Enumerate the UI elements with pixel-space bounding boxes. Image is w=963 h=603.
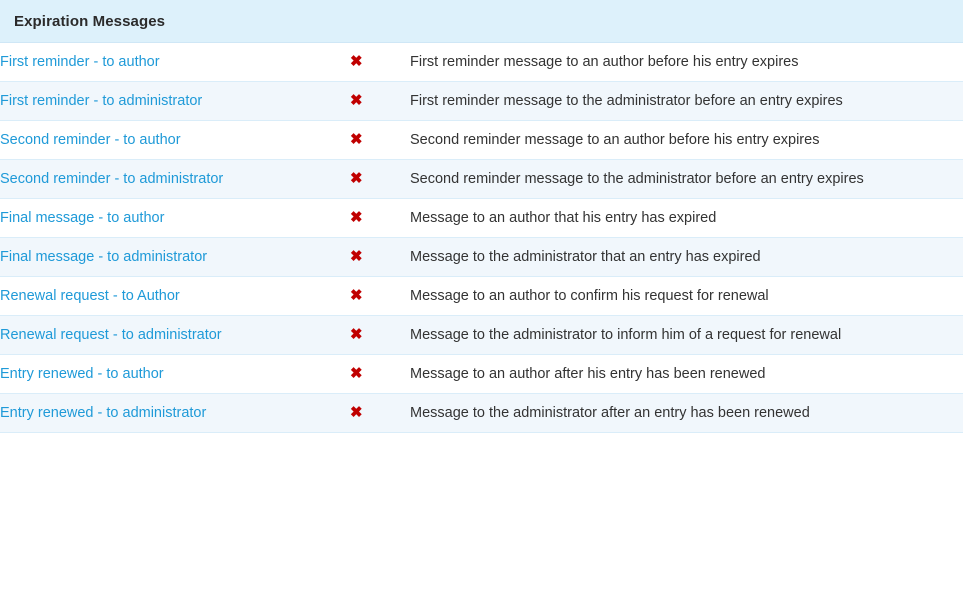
- expiration-messages-panel: Expiration Messages First reminder - to …: [0, 0, 963, 603]
- cross-mark-icon[interactable]: ✖: [350, 54, 363, 69]
- expiration-messages-table: First reminder - to author ✖ First reminde…: [0, 43, 963, 433]
- message-description-cell: Second reminder message to the administr…: [410, 159, 963, 199]
- empty-area: [0, 433, 963, 603]
- message-description-text: Message to an author to confirm his requ…: [410, 288, 769, 304]
- message-name-cell: Final message - to author: [0, 198, 350, 238]
- message-description-text: Second reminder message to an author bef…: [410, 132, 820, 148]
- message-description-text: First reminder message to an author befo…: [410, 54, 799, 70]
- message-description-text: First reminder message to the administra…: [410, 93, 843, 109]
- message-description-text: Second reminder message to the administr…: [410, 171, 864, 187]
- message-description-cell: First reminder message to the administra…: [410, 81, 963, 121]
- message-name-cell: Entry renewed - to administrator: [0, 393, 350, 433]
- table-row: Renewal request - to Author ✖ Message to a…: [0, 276, 963, 316]
- cross-mark-icon[interactable]: ✖: [350, 171, 363, 186]
- cross-mark-icon[interactable]: ✖: [350, 249, 363, 264]
- section-header: Expiration Messages: [0, 0, 963, 43]
- message-description-text: Message to the administrator that an ent…: [410, 249, 761, 265]
- message-name-link[interactable]: Second reminder - to author: [0, 132, 181, 148]
- status-cell: ✖: [350, 237, 410, 277]
- table-row: Renewal request - to administrator ✖ Messa…: [0, 315, 963, 355]
- message-description-text: Message to an author that his entry has …: [410, 210, 717, 226]
- message-name-link[interactable]: Final message - to author: [0, 210, 164, 226]
- status-cell: ✖: [350, 120, 410, 160]
- table-row: First reminder - to author ✖ First reminde…: [0, 43, 963, 82]
- status-cell: ✖: [350, 393, 410, 433]
- message-name-cell: First reminder - to author: [0, 43, 350, 82]
- table-row: First reminder - to administrator ✖ First …: [0, 81, 963, 121]
- message-name-link[interactable]: Entry renewed - to administrator: [0, 405, 206, 421]
- table-row: Second reminder - to author ✖ Second remin…: [0, 120, 963, 160]
- message-name-link[interactable]: First reminder - to administrator: [0, 93, 202, 109]
- message-description-cell: First reminder message to an author befo…: [410, 43, 963, 82]
- message-name-cell: Entry renewed - to author: [0, 354, 350, 394]
- message-name-cell: First reminder - to administrator: [0, 81, 350, 121]
- cross-mark-icon[interactable]: ✖: [350, 327, 363, 342]
- table-row: Final message - to administrator ✖ Message…: [0, 237, 963, 277]
- message-name-cell: Renewal request - to Author: [0, 276, 350, 316]
- status-cell: ✖: [350, 354, 410, 394]
- message-name-link[interactable]: Final message - to administrator: [0, 249, 207, 265]
- status-cell: ✖: [350, 276, 410, 316]
- message-name-link[interactable]: Entry renewed - to author: [0, 366, 164, 382]
- message-description-cell: Message to the administrator that an ent…: [410, 237, 963, 277]
- cross-mark-icon[interactable]: ✖: [350, 93, 363, 108]
- message-description-cell: Message to the administrator after an en…: [410, 393, 963, 433]
- table-row: Final message - to author ✖ Message to an …: [0, 198, 963, 238]
- cross-mark-icon[interactable]: ✖: [350, 366, 363, 381]
- message-name-link[interactable]: Renewal request - to Author: [0, 288, 180, 304]
- table-row: Second reminder - to administrator ✖ Secon…: [0, 159, 963, 199]
- cross-mark-icon[interactable]: ✖: [350, 210, 363, 225]
- status-cell: ✖: [350, 43, 410, 82]
- message-name-cell: Second reminder - to administrator: [0, 159, 350, 199]
- status-cell: ✖: [350, 81, 410, 121]
- message-name-link[interactable]: First reminder - to author: [0, 54, 160, 70]
- message-name-cell: Renewal request - to administrator: [0, 315, 350, 355]
- table-row: Entry renewed - to author ✖ Message to an …: [0, 354, 963, 394]
- message-description-cell: Message to the administrator to inform h…: [410, 315, 963, 355]
- message-description-cell: Message to an author to confirm his requ…: [410, 276, 963, 316]
- message-name-link[interactable]: Second reminder - to administrator: [0, 171, 223, 187]
- message-description-cell: Second reminder message to an author bef…: [410, 120, 963, 160]
- cross-mark-icon[interactable]: ✖: [350, 405, 363, 420]
- status-cell: ✖: [350, 159, 410, 199]
- table-body: First reminder - to author ✖ First reminde…: [0, 43, 963, 433]
- cross-mark-icon[interactable]: ✖: [350, 288, 363, 303]
- message-description-text: Message to an author after his entry has…: [410, 366, 766, 382]
- page-title: Expiration Messages: [14, 12, 166, 30]
- message-name-cell: Final message - to administrator: [0, 237, 350, 277]
- message-description-text: Message to the administrator after an en…: [410, 405, 810, 421]
- message-description-text: Message to the administrator to inform h…: [410, 327, 842, 343]
- message-name-link[interactable]: Renewal request - to administrator: [0, 327, 222, 343]
- table-row: Entry renewed - to administrator ✖ Message…: [0, 393, 963, 433]
- message-description-cell: Message to an author that his entry has …: [410, 198, 963, 238]
- status-cell: ✖: [350, 315, 410, 355]
- status-cell: ✖: [350, 198, 410, 238]
- message-name-cell: Second reminder - to author: [0, 120, 350, 160]
- cross-mark-icon[interactable]: ✖: [350, 132, 363, 147]
- message-description-cell: Message to an author after his entry has…: [410, 354, 963, 394]
